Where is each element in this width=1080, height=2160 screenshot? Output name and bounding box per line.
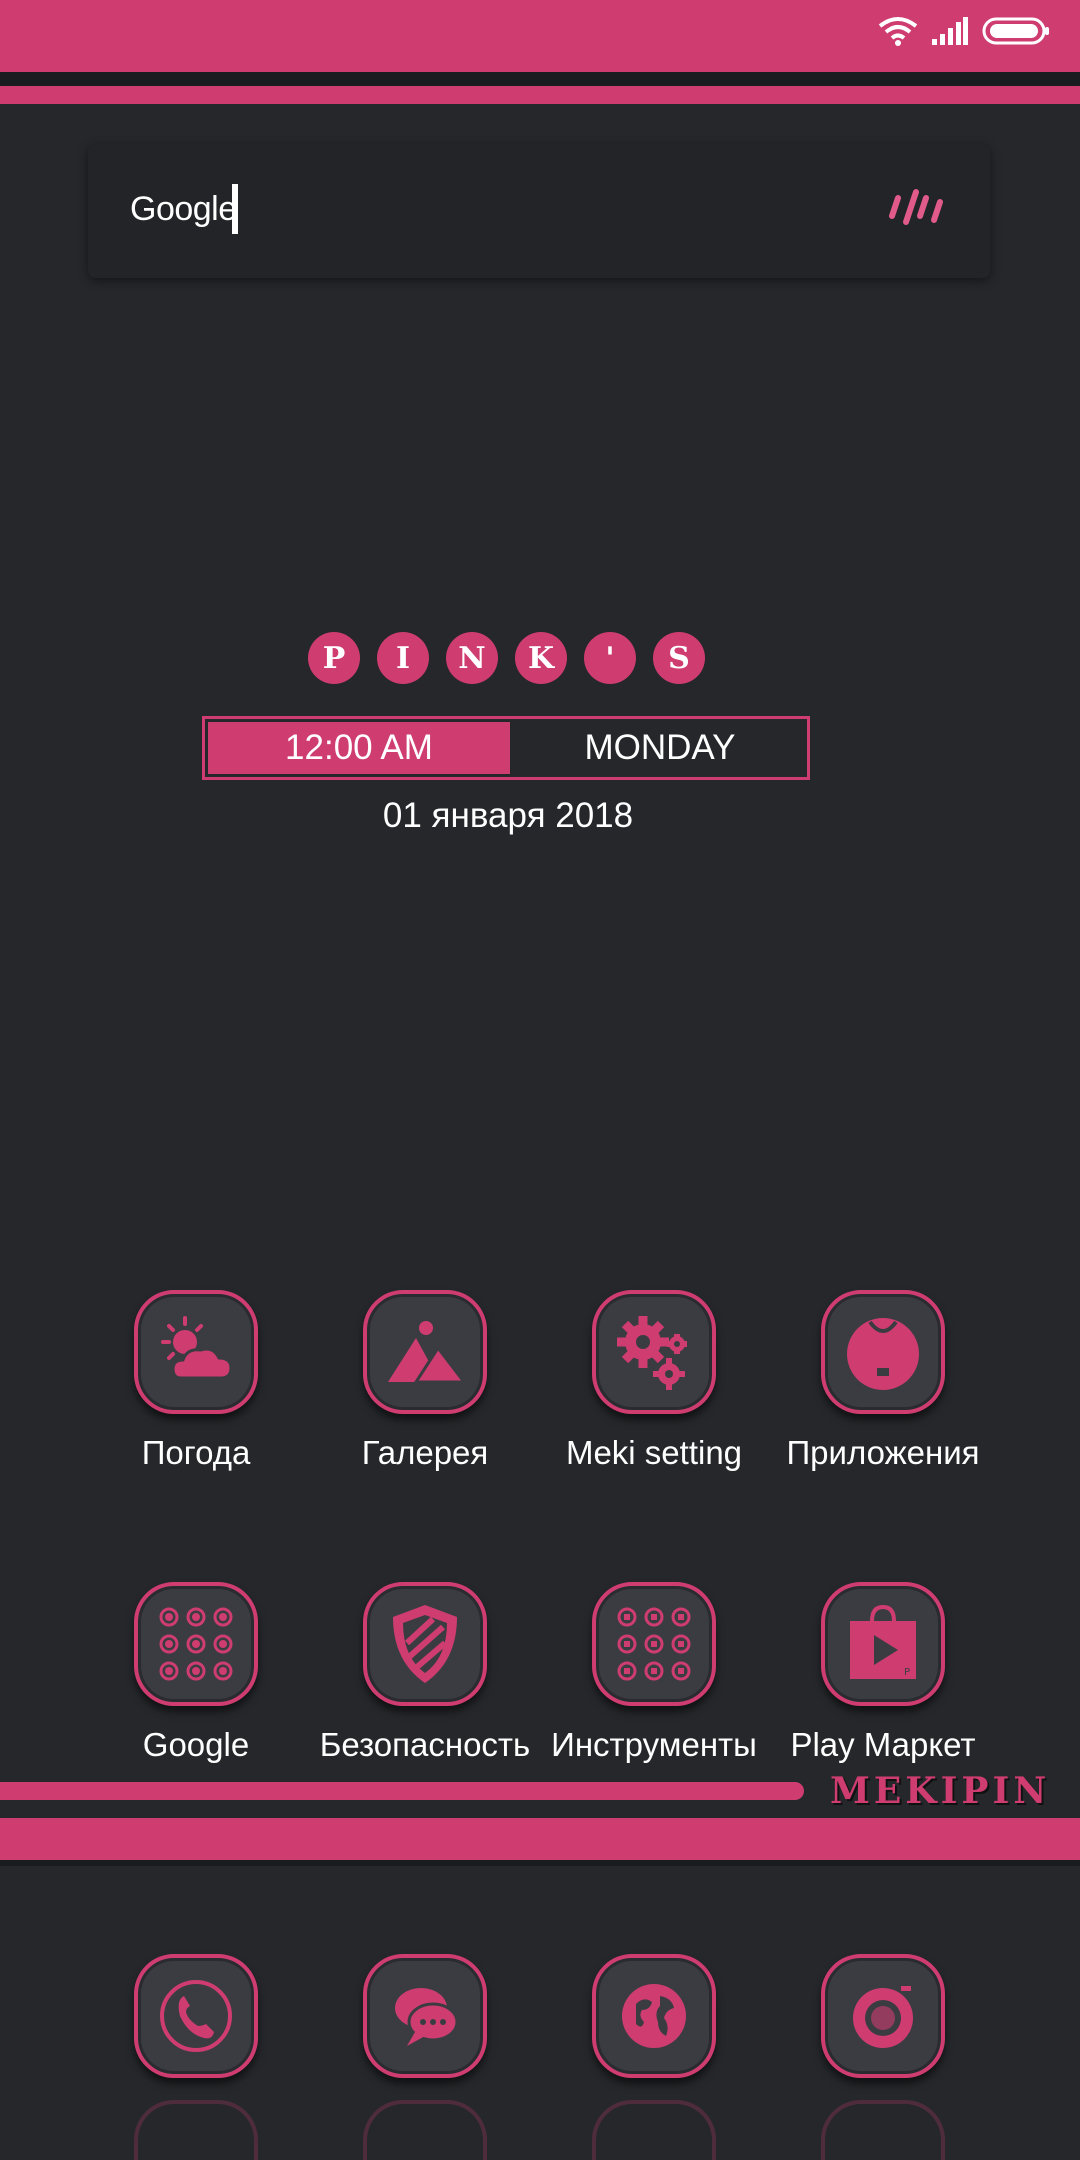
app-label: Play Маркет: [790, 1726, 976, 1763]
weather-icon: [134, 1290, 258, 1414]
svg-text:P: P: [904, 1667, 910, 1678]
camera-icon: [821, 1954, 945, 2078]
app-tools-folder[interactable]: Инструменты: [534, 1582, 774, 1764]
clock-day: MONDAY: [584, 728, 736, 767]
dock-reflection: [134, 2100, 258, 2160]
status-divider: [0, 72, 1080, 86]
settings-gears-icon: [592, 1290, 716, 1414]
app-meki-setting[interactable]: Meki setting: [534, 1290, 774, 1472]
app-label: Google: [142, 1726, 250, 1763]
security-shield-icon: [363, 1582, 487, 1706]
google-search-bar[interactable]: Google: [88, 144, 990, 278]
app-label: Приложения: [786, 1434, 980, 1471]
app-gallery[interactable]: Галерея: [305, 1290, 545, 1472]
apps-bag-icon: [821, 1290, 945, 1414]
pinks-letter: N: [446, 632, 498, 684]
app-google-folder[interactable]: Google: [76, 1582, 316, 1764]
app-label: Безопасность: [319, 1726, 531, 1763]
pinks-title: P I N K ' S: [308, 632, 705, 684]
pinks-letter: P: [308, 632, 360, 684]
app-security[interactable]: Безопасность: [305, 1582, 545, 1764]
play-market-icon: P: [821, 1582, 945, 1706]
tools-folder-icon: [592, 1582, 716, 1706]
mic-icon[interactable]: [884, 186, 946, 233]
app-applications[interactable]: Приложения: [763, 1290, 1003, 1472]
clock-date: 01 января 2018: [382, 796, 634, 835]
app-play-market[interactable]: P Play Маркет: [763, 1582, 1003, 1764]
dock-reflection: [821, 2100, 945, 2160]
accent-stripe: [0, 86, 1080, 104]
brand-text: MEKIPIN: [830, 1770, 1051, 1812]
signal-icon: [932, 17, 968, 50]
dock-bar: [0, 1818, 1080, 1860]
dock-bar-shadow: [0, 1860, 1080, 1866]
app-label: Meki setting: [565, 1434, 743, 1471]
app-weather[interactable]: Погода: [76, 1290, 316, 1472]
clock-widget[interactable]: 12:00 AM MONDAY: [202, 716, 810, 780]
app-label: Погода: [141, 1434, 251, 1471]
pinks-letter: I: [377, 632, 429, 684]
google-folder-icon: [134, 1582, 258, 1706]
wifi-icon: [878, 16, 918, 51]
dock-reflection: [592, 2100, 716, 2160]
text-cursor: [232, 184, 238, 234]
pinks-letter: S: [653, 632, 705, 684]
phone-icon: [134, 1954, 258, 2078]
messages-icon: [363, 1954, 487, 2078]
dock-phone[interactable]: [76, 1954, 316, 2078]
dock-browser[interactable]: [534, 1954, 774, 2078]
status-bar: [0, 0, 1080, 72]
dock-camera[interactable]: [763, 1954, 1003, 2078]
dock-messages[interactable]: [305, 1954, 545, 2078]
clock-time: 12:00 AM: [208, 722, 510, 774]
search-label: Google: [130, 190, 237, 228]
dock-reflection: [363, 2100, 487, 2160]
decor-bar: [0, 1782, 804, 1800]
gallery-icon: [363, 1290, 487, 1414]
app-label: Инструменты: [551, 1726, 757, 1763]
battery-icon: [982, 17, 1050, 50]
app-label: Галерея: [361, 1434, 489, 1471]
pinks-letter: ': [584, 632, 636, 684]
pinks-letter: K: [515, 632, 567, 684]
browser-globe-icon: [592, 1954, 716, 2078]
